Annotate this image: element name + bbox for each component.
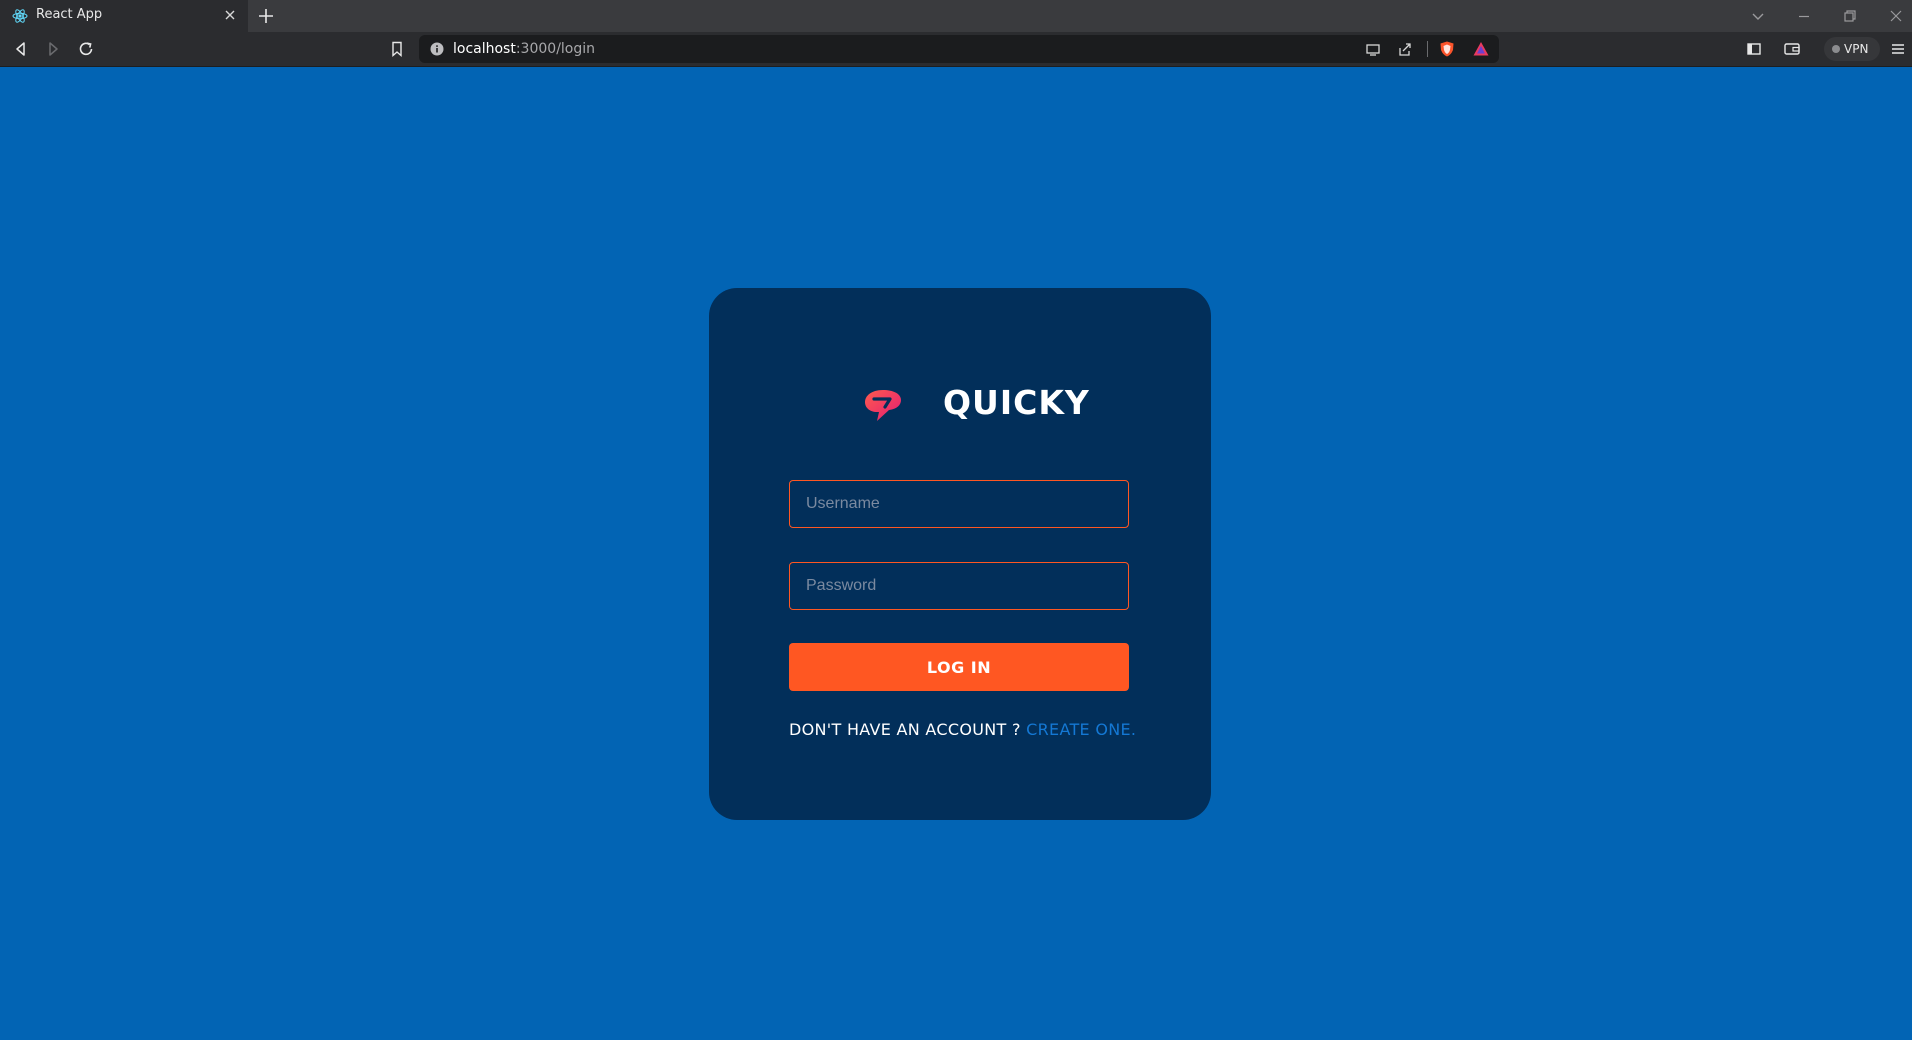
bookmark-icon[interactable] — [387, 39, 407, 59]
vpn-label: VPN — [1844, 42, 1869, 56]
url-text: localhost:3000/login — [453, 41, 595, 57]
vpn-status-icon — [1832, 45, 1840, 53]
brave-rewards-icon[interactable] — [1472, 40, 1490, 58]
url-divider — [1427, 41, 1428, 57]
chevron-down-icon[interactable] — [1748, 6, 1768, 26]
react-icon — [12, 9, 28, 23]
url-host: localhost — [453, 41, 516, 57]
brave-shield-icon[interactable] — [1438, 40, 1456, 58]
tab-title: React App — [36, 7, 103, 22]
password-input[interactable] — [789, 562, 1129, 610]
plus-icon[interactable] — [256, 6, 276, 26]
wallet-icon[interactable] — [1782, 39, 1802, 59]
login-card: QUICKY LOG IN DON'T HAVE AN ACCOUNT ? CR… — [709, 288, 1211, 820]
browser-toolbar: localhost:3000/login VPN — [0, 32, 1912, 67]
info-icon[interactable] — [430, 42, 444, 56]
forward-icon[interactable] — [43, 39, 63, 59]
brand-name: QUICKY — [943, 383, 1090, 422]
url-path: :3000/login — [515, 41, 596, 57]
tab-react-app[interactable]: React App — [0, 0, 248, 32]
cast-icon[interactable] — [1364, 40, 1382, 58]
restore-icon[interactable] — [1840, 6, 1860, 26]
share-icon[interactable] — [1396, 40, 1414, 58]
quicky-logo-icon — [865, 390, 901, 421]
username-input[interactable] — [789, 480, 1129, 528]
create-account-link[interactable]: CREATE ONE. — [1026, 720, 1136, 739]
sidebar-icon[interactable] — [1744, 39, 1764, 59]
tab-strip: React App — [0, 0, 1912, 32]
reload-icon[interactable] — [76, 39, 96, 59]
minimize-icon[interactable] — [1794, 6, 1814, 26]
menu-icon[interactable] — [1888, 39, 1908, 59]
close-icon[interactable] — [222, 7, 238, 23]
window-close-icon[interactable] — [1886, 6, 1906, 26]
vpn-button[interactable]: VPN — [1824, 37, 1880, 61]
back-icon[interactable] — [11, 39, 31, 59]
login-button[interactable]: LOG IN — [789, 643, 1129, 691]
signup-prompt-text: DON'T HAVE AN ACCOUNT ? — [789, 720, 1021, 739]
address-bar[interactable]: localhost:3000/login — [419, 35, 1499, 63]
signup-prompt: DON'T HAVE AN ACCOUNT ? CREATE ONE. — [789, 720, 1149, 739]
